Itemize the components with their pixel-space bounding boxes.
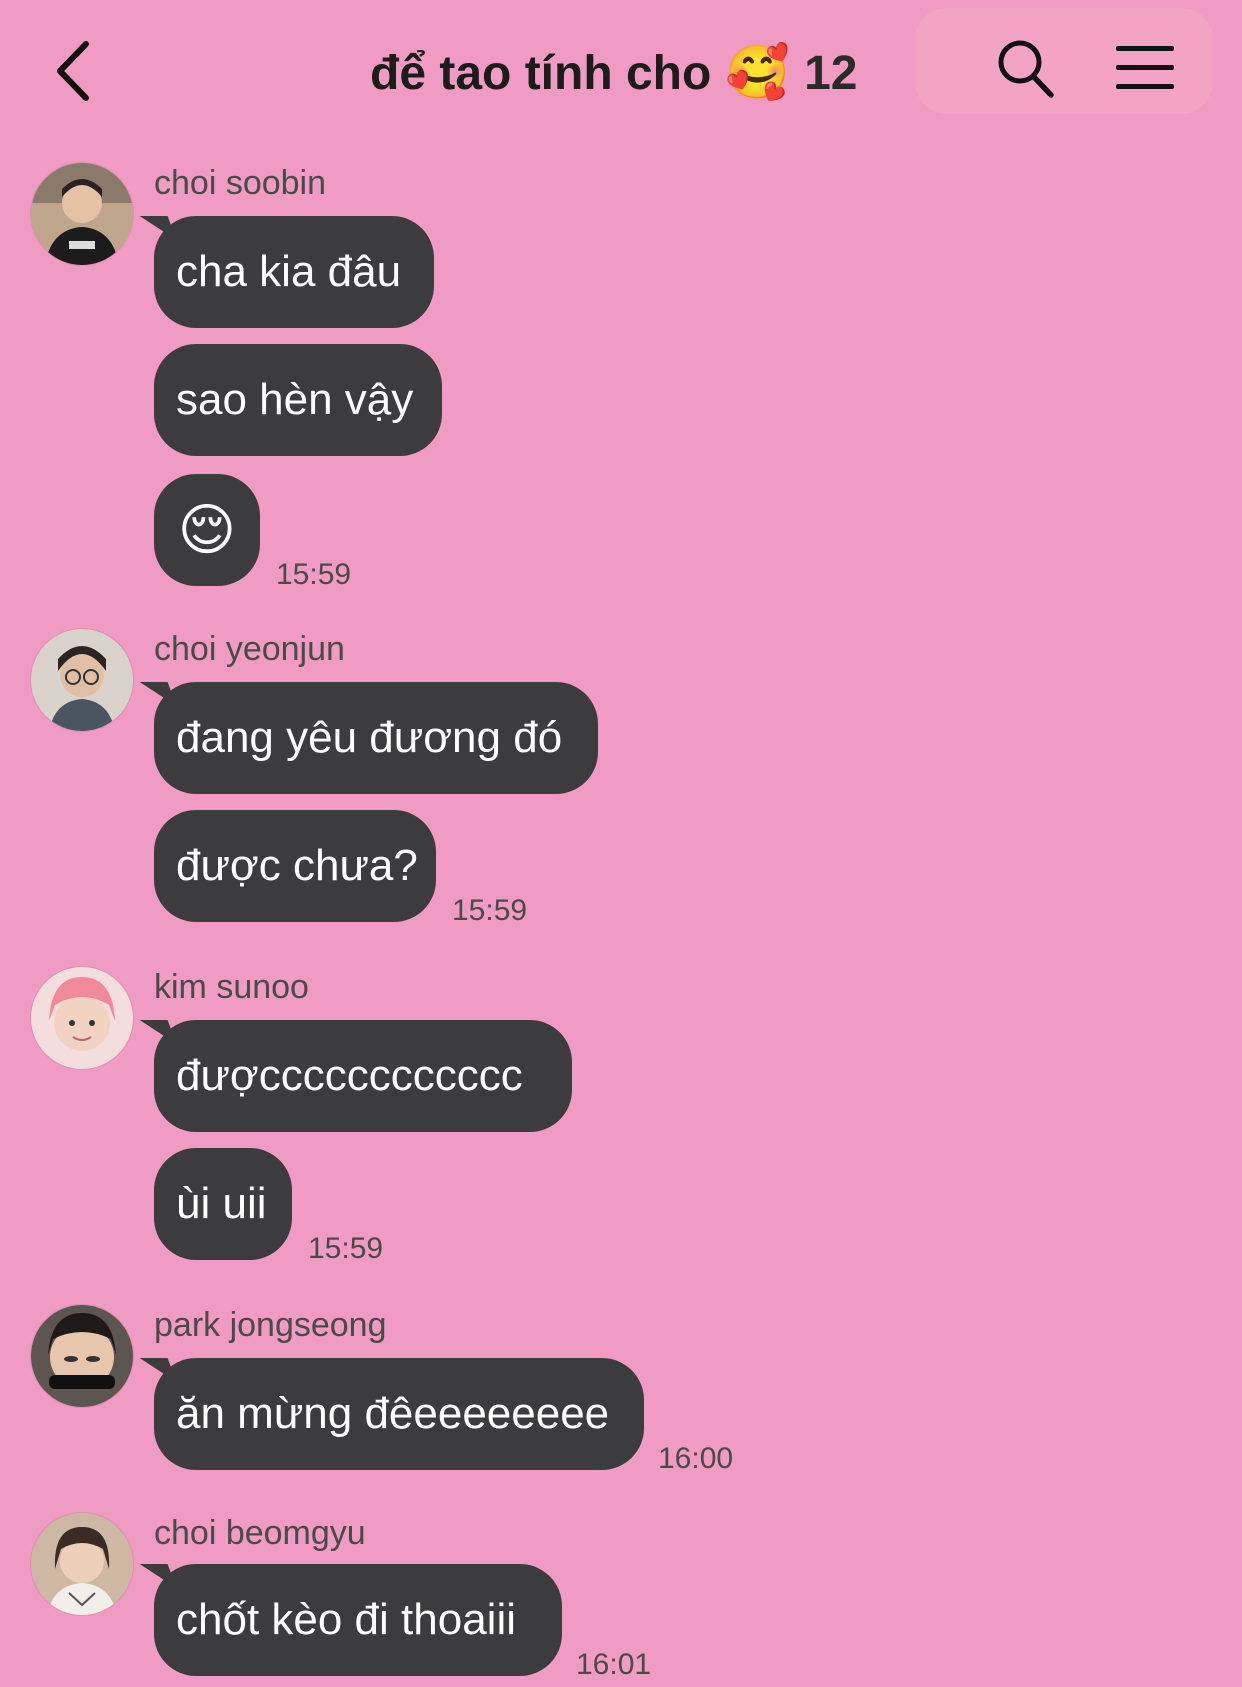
sender-name: choi soobin <box>154 164 327 202</box>
chat-title-group[interactable]: để tao tính cho 🥰 12 <box>370 38 857 108</box>
back-button[interactable] <box>52 36 112 106</box>
avatar[interactable] <box>30 628 134 732</box>
avatar[interactable] <box>30 1304 134 1408</box>
avatar[interactable] <box>30 162 134 266</box>
member-count: 12 <box>804 46 858 100</box>
chevron-left-icon <box>57 41 89 101</box>
message-text: được chưa? <box>176 841 418 890</box>
sender-name: park jongseong <box>154 1306 387 1344</box>
smiling-hearts-emoji: 🥰 <box>725 44 791 102</box>
sender-name: choi beomgyu <box>154 1514 366 1552</box>
avatar-soobin-image <box>31 163 133 265</box>
message-timestamp: 15:59 <box>276 558 352 591</box>
relieved-face-emoji: 😌 <box>177 498 237 561</box>
message-timestamp: 15:59 <box>452 894 528 927</box>
message-text: ăn mừng đêeeeeeeee <box>176 1389 610 1438</box>
chat-header: để tao tính cho 🥰 12 <box>0 0 1242 140</box>
message-text: ùi uii <box>176 1179 267 1228</box>
avatar-jongseong-image <box>31 1305 133 1407</box>
message-text: cha kia đâu <box>176 247 402 296</box>
search-button[interactable] <box>996 38 1056 100</box>
message-bubble[interactable]: ăn mừng đêeeeeeeee <box>154 1358 644 1470</box>
message-bubble[interactable]: ùi uii <box>154 1148 292 1260</box>
message-text: đang yêu đương đó <box>176 713 563 762</box>
message-text: đượcccccccccccc <box>176 1051 523 1100</box>
search-icon <box>998 40 1054 98</box>
message-bubble[interactable]: đang yêu đương đó <box>154 682 598 794</box>
message-timestamp: 16:00 <box>658 1442 734 1475</box>
sender-name: kim sunoo <box>154 968 309 1006</box>
avatar-yeonjun-image <box>31 629 133 731</box>
message-timestamp: 15:59 <box>308 1232 384 1265</box>
message-bubble[interactable]: 😌 <box>154 474 260 586</box>
message-text: sao hèn vậy <box>176 375 414 424</box>
avatar-sunoo-image <box>31 967 133 1069</box>
sender-name: choi yeonjun <box>154 630 345 668</box>
message-text: chốt kèo đi thoaiii <box>176 1595 516 1644</box>
message-bubble[interactable]: được chưa? <box>154 810 436 922</box>
message-bubble[interactable]: chốt kèo đi thoaiii <box>154 1564 562 1676</box>
avatar[interactable] <box>30 1512 134 1616</box>
message-bubble[interactable]: cha kia đâu <box>154 216 434 328</box>
message-bubble[interactable]: sao hèn vậy <box>154 344 442 456</box>
message-timestamp: 16:01 <box>576 1648 652 1681</box>
message-bubble[interactable]: đượcccccccccccc <box>154 1020 572 1132</box>
avatar-beomgyu-image <box>31 1513 133 1615</box>
chat-title: để tao tính cho <box>370 46 712 100</box>
menu-button[interactable] <box>1112 40 1178 96</box>
avatar[interactable] <box>30 966 134 1070</box>
